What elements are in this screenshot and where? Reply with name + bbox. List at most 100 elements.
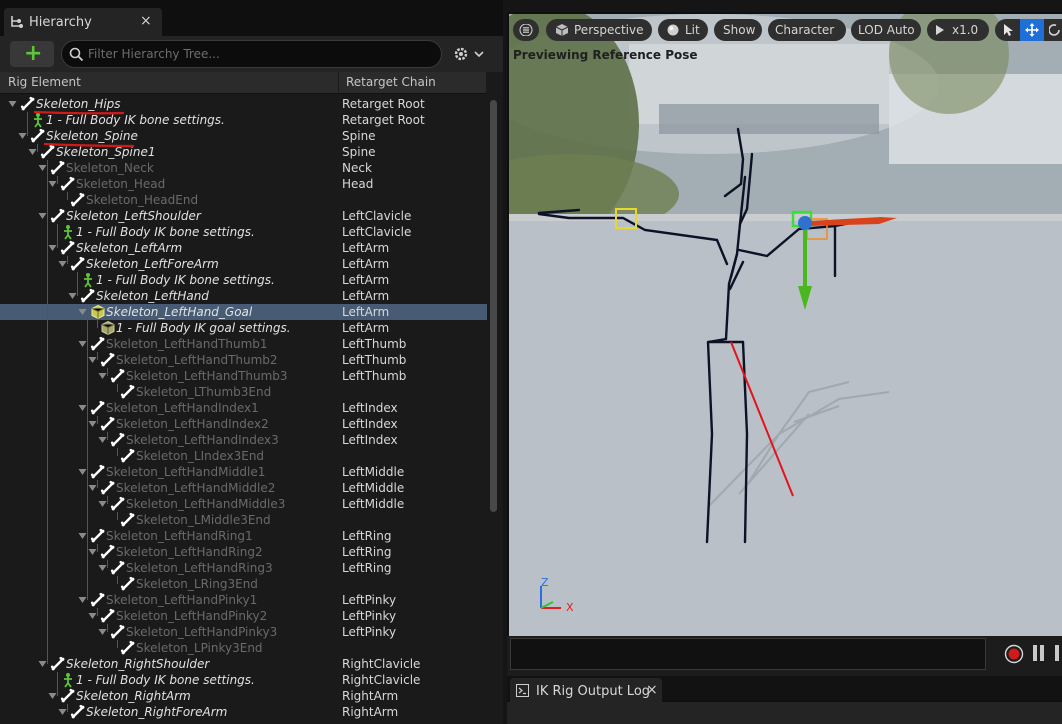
hierarchy-tab[interactable]: Hierarchy ×: [4, 8, 162, 36]
tree-row[interactable]: Skeleton_LeftHandRing2 LeftRing: [0, 544, 487, 560]
tree-row[interactable]: 1 - Full Body IK bone settings. LeftArm: [0, 272, 487, 288]
expand-chevron-icon[interactable]: [78, 404, 87, 412]
close-tab-icon[interactable]: ×: [140, 13, 152, 29]
tree-row[interactable]: Skeleton_RightArm RightArm: [0, 688, 487, 704]
tree-row[interactable]: 1 - Full Body IK goal settings. LeftArm: [0, 320, 487, 336]
tree-row-retarget-chain[interactable]: LeftThumb: [342, 352, 406, 368]
tree-row[interactable]: Skeleton_LeftHand_Goal LeftArm: [0, 304, 487, 320]
tree-row-retarget-chain[interactable]: LeftPinky: [342, 608, 396, 624]
tree-row[interactable]: Skeleton_LeftHandRing3 LeftRing: [0, 560, 487, 576]
tree-row-retarget-chain[interactable]: LeftClavicle: [342, 208, 411, 224]
lit-button[interactable]: Lit: [658, 19, 708, 41]
tree-row[interactable]: Skeleton_RightForeArm RightArm: [0, 704, 487, 720]
tree-row-retarget-chain[interactable]: LeftMiddle: [342, 464, 404, 480]
tree-row-retarget-chain[interactable]: RightArm: [342, 688, 398, 704]
expand-chevron-icon[interactable]: [48, 180, 57, 188]
tree-row[interactable]: 1 - Full Body IK bone settings. RightClav…: [0, 672, 487, 688]
select-cursor-icon[interactable]: [1003, 23, 1013, 37]
next-frame-button[interactable]: [1053, 645, 1061, 663]
tree-row-retarget-chain[interactable]: LeftIndex: [342, 432, 398, 448]
tree-row[interactable]: Skeleton_LeftHandPinky3 LeftPinky: [0, 624, 487, 640]
tree-row-retarget-chain[interactable]: LeftIndex: [342, 400, 398, 416]
play-speed-button[interactable]: x1.0: [927, 19, 989, 41]
expand-chevron-icon[interactable]: [88, 548, 97, 556]
tree-row[interactable]: Skeleton_LRing3End: [0, 576, 487, 592]
tree-row-retarget-chain[interactable]: Retarget Root: [342, 112, 425, 128]
tree-row-retarget-chain[interactable]: LeftPinky: [342, 592, 396, 608]
tree-row-retarget-chain[interactable]: LeftIndex: [342, 416, 398, 432]
expand-chevron-icon[interactable]: [98, 500, 107, 508]
tree-row[interactable]: Skeleton_LeftHandThumb2 LeftThumb: [0, 352, 487, 368]
tree-row-retarget-chain[interactable]: LeftClavicle: [342, 224, 411, 240]
tree-row-retarget-chain[interactable]: LeftArm: [342, 304, 389, 320]
settings-button[interactable]: [448, 42, 490, 66]
tree-row[interactable]: Skeleton_LeftHandRing1 LeftRing: [0, 528, 487, 544]
tree-row-retarget-chain[interactable]: RightClavicle: [342, 672, 420, 688]
ik-rig-output-log-tab[interactable]: IK Rig Output Log ×: [510, 678, 662, 704]
tree-row-retarget-chain[interactable]: LeftRing: [342, 528, 391, 544]
tree-row-retarget-chain[interactable]: Spine: [342, 144, 376, 160]
filter-hierarchy-input[interactable]: [88, 44, 428, 64]
tree-row-retarget-chain[interactable]: LeftMiddle: [342, 496, 404, 512]
tree-row-retarget-chain[interactable]: Head: [342, 176, 373, 192]
rotate-tool-icon[interactable]: [1049, 23, 1061, 37]
translate-tool-button[interactable]: [1020, 19, 1044, 41]
tree-row[interactable]: Skeleton_LeftHandPinky2 LeftPinky: [0, 608, 487, 624]
tree-row-retarget-chain[interactable]: LeftMiddle: [342, 480, 404, 496]
tree-row[interactable]: Skeleton_LeftShoulder LeftClavicle: [0, 208, 487, 224]
tree-row[interactable]: Skeleton_LeftHandMiddle3 LeftMiddle: [0, 496, 487, 512]
viewport[interactable]: Z X Perspective Lit Show Character LOD A…: [509, 14, 1062, 636]
tree-row[interactable]: Skeleton_LeftHandIndex2 LeftIndex: [0, 416, 487, 432]
perspective-button[interactable]: Perspective: [546, 19, 652, 41]
expand-chevron-icon[interactable]: [78, 340, 87, 348]
close-tab-icon[interactable]: ×: [646, 682, 658, 698]
tree-row[interactable]: Skeleton_HeadEnd: [0, 192, 487, 208]
tree-row[interactable]: Skeleton_Neck Neck: [0, 160, 487, 176]
tree-row[interactable]: Skeleton_LeftHandPinky1 LeftPinky: [0, 592, 487, 608]
expand-chevron-icon[interactable]: [78, 532, 87, 540]
search-box[interactable]: [61, 40, 442, 68]
expand-chevron-icon[interactable]: [78, 596, 87, 604]
expand-chevron-icon[interactable]: [98, 372, 107, 380]
tree-row-retarget-chain[interactable]: LeftArm: [342, 288, 389, 304]
tree-row-retarget-chain[interactable]: LeftPinky: [342, 624, 396, 640]
tree-row-retarget-chain[interactable]: LeftRing: [342, 544, 391, 560]
pause-button[interactable]: [1032, 645, 1046, 663]
tree-row[interactable]: Skeleton_LPinky3End: [0, 640, 487, 656]
tree-row[interactable]: Skeleton_RightShoulder RightClavicle: [0, 656, 487, 672]
tree-row[interactable]: Skeleton_LeftHandThumb3 LeftThumb: [0, 368, 487, 384]
expand-chevron-icon[interactable]: [58, 708, 67, 716]
expand-chevron-icon[interactable]: [78, 308, 87, 316]
tree-row-retarget-chain[interactable]: RightClavicle: [342, 656, 420, 672]
tree-row-retarget-chain[interactable]: LeftArm: [342, 240, 389, 256]
expand-chevron-icon[interactable]: [98, 564, 107, 572]
translate-gizmo-center[interactable]: [798, 216, 812, 230]
character-button[interactable]: Character: [768, 19, 846, 41]
show-button[interactable]: Show: [714, 19, 762, 41]
expand-chevron-icon[interactable]: [88, 484, 97, 492]
tree-row[interactable]: Skeleton_LMiddle3End: [0, 512, 487, 528]
tree-row[interactable]: Skeleton_LeftForeArm LeftArm: [0, 256, 487, 272]
tree-row[interactable]: Skeleton_LeftHand LeftArm: [0, 288, 487, 304]
tree-row-retarget-chain[interactable]: Neck: [342, 160, 372, 176]
tree-row-retarget-chain[interactable]: LeftArm: [342, 256, 389, 272]
tree-row-retarget-chain[interactable]: RightArm: [342, 704, 398, 720]
tree-row[interactable]: Skeleton_LIndex3End: [0, 448, 487, 464]
expand-chevron-icon[interactable]: [58, 260, 67, 268]
rig-element-column-header[interactable]: Rig Element: [8, 75, 81, 89]
tree-row-retarget-chain[interactable]: LeftThumb: [342, 336, 406, 352]
scrollbar-thumb[interactable]: [490, 100, 497, 512]
tree-row[interactable]: Skeleton_Head Head: [0, 176, 487, 192]
lod-button[interactable]: LOD Auto: [851, 19, 921, 41]
expand-chevron-icon[interactable]: [88, 356, 97, 364]
tree-row-retarget-chain[interactable]: Retarget Root: [342, 96, 425, 112]
expand-chevron-icon[interactable]: [48, 692, 57, 700]
record-button[interactable]: [1004, 644, 1024, 664]
tree-row[interactable]: Skeleton_LeftHandIndex1 LeftIndex: [0, 400, 487, 416]
tree-row[interactable]: Skeleton_LeftHandThumb1 LeftThumb: [0, 336, 487, 352]
expand-chevron-icon[interactable]: [68, 292, 77, 300]
tree-row[interactable]: 1 - Full Body IK bone settings. LeftClavi…: [0, 224, 487, 240]
expand-chevron-icon[interactable]: [78, 468, 87, 476]
tree-scrollbar[interactable]: [489, 96, 498, 724]
tree-row-retarget-chain[interactable]: Spine: [342, 128, 376, 144]
